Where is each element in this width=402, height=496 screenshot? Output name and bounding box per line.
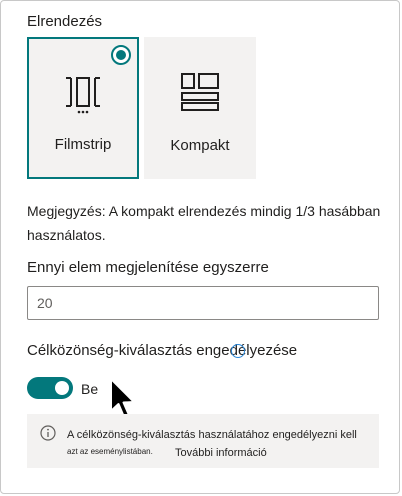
toggle-knob <box>55 381 69 395</box>
focus-ring-indicator <box>231 344 245 358</box>
layout-label-compact: Kompakt <box>170 137 230 154</box>
filmstrip-icon <box>66 77 100 114</box>
more-info-link[interactable]: További információ <box>175 447 267 459</box>
layout-section-title: Elrendezés <box>27 13 103 30</box>
settings-panel: Elrendezés Filmstrip Kompakt Megjegyzés:… <box>0 0 400 494</box>
items-count-input[interactable] <box>27 286 379 320</box>
layout-option-compact[interactable]: Kompakt <box>144 37 256 179</box>
audience-targeting-toggle[interactable] <box>27 377 73 399</box>
layout-option-filmstrip[interactable]: Filmstrip <box>27 37 139 179</box>
compact-grid-icon <box>181 73 219 111</box>
layout-label-filmstrip: Filmstrip <box>54 136 112 153</box>
info-text-line1: A célközönség-kiválasztás használatához … <box>67 429 357 441</box>
toggle-state-label: Be <box>81 381 99 397</box>
info-text-line2: azt az eseménylistában. <box>67 447 153 456</box>
info-icon <box>40 425 56 441</box>
selected-radio-indicator <box>111 45 131 65</box>
items-count-label: Ennyi elem megjelenítése egyszerre <box>27 259 269 276</box>
audience-targeting-label: Célközönség-kiválasztás engedélyezése <box>27 342 298 359</box>
layout-note: Megjegyzés: A kompakt elrendezés mindig … <box>27 203 381 243</box>
info-message: A célközönség-kiválasztás használatához … <box>27 414 379 468</box>
